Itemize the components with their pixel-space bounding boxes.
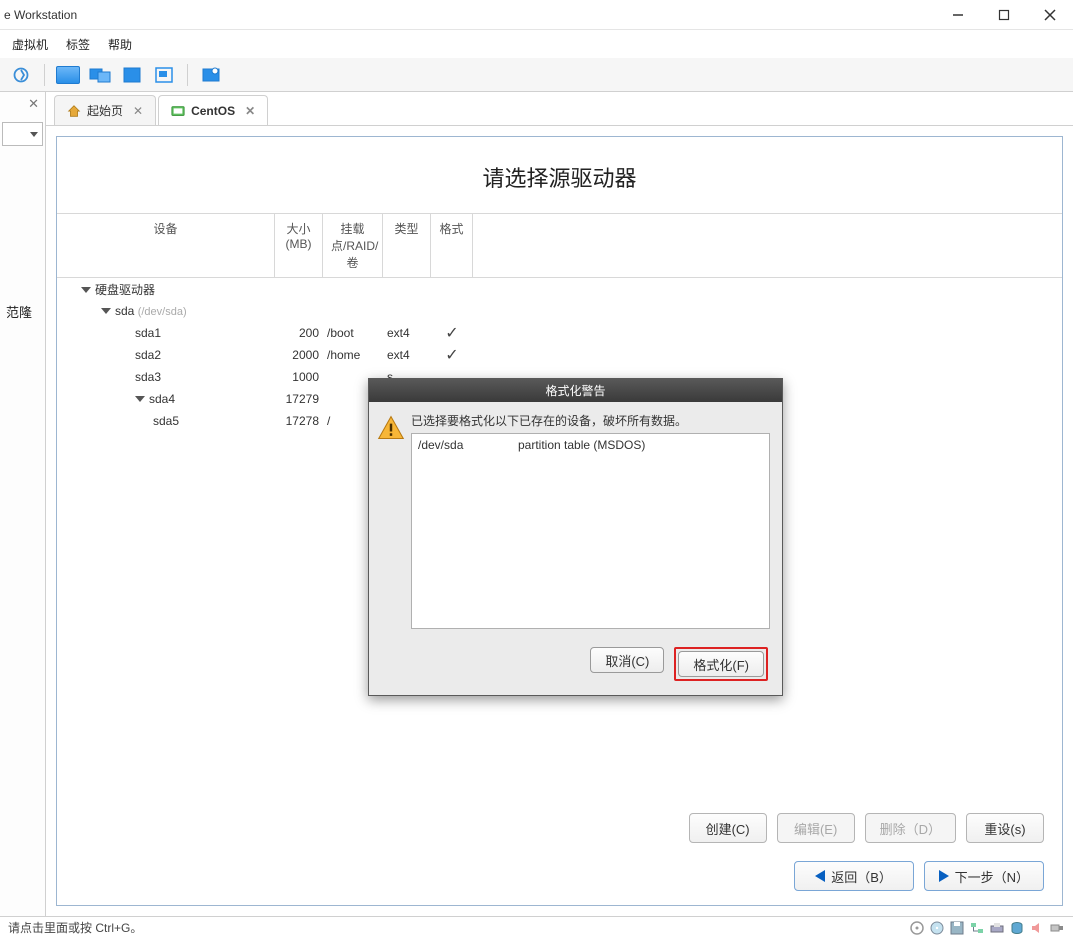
minimize-button[interactable]	[935, 0, 981, 30]
col-size[interactable]: 大小(MB)	[275, 214, 323, 277]
toolbar	[0, 58, 1073, 92]
tab-strip: 起始页 ✕ CentOS ✕	[46, 92, 1073, 126]
vm-icon	[171, 104, 185, 118]
dialog-title: 格式化警告	[369, 378, 782, 402]
check-icon: ✓	[445, 347, 458, 364]
arrow-right-icon	[939, 870, 949, 882]
status-hint: 请点击里面或按 Ctrl+G。	[8, 919, 142, 936]
col-device[interactable]: 设备	[57, 214, 275, 277]
edit-button: 编辑(E)	[777, 813, 855, 843]
highlight-box: 格式化(F)	[674, 647, 768, 681]
format-button[interactable]: 格式化(F)	[678, 651, 764, 677]
network-icon[interactable]	[969, 920, 985, 936]
list-item[interactable]: /dev/sda partition table (MSDOS)	[418, 438, 763, 452]
dialog-device-list[interactable]: /dev/sda partition table (MSDOS)	[411, 433, 770, 629]
tab-centos[interactable]: CentOS ✕	[158, 95, 268, 125]
toolbar-button-console[interactable]	[55, 62, 81, 88]
menu-tags[interactable]: 标签	[66, 36, 90, 53]
col-type[interactable]: 类型	[383, 214, 431, 277]
menu-bar: 虚拟机 标签 帮助	[0, 30, 1073, 58]
check-icon: ✓	[445, 325, 458, 342]
hdd-icon[interactable]	[1009, 920, 1025, 936]
back-button[interactable]: 返回（B）	[794, 861, 914, 891]
side-panel: ✕ 范隆	[0, 92, 46, 916]
cd-icon[interactable]	[929, 920, 945, 936]
multimon-icon	[89, 66, 111, 84]
snapshot-icon	[201, 66, 221, 84]
toolbar-button-fullscreen[interactable]	[119, 62, 145, 88]
maximize-button[interactable]	[981, 0, 1027, 30]
window-controls	[935, 0, 1073, 30]
menu-help[interactable]: 帮助	[108, 36, 132, 53]
toolbar-button-1[interactable]	[8, 62, 34, 88]
delete-button: 删除（D）	[865, 813, 956, 843]
page-title: 请选择源驱动器	[57, 137, 1062, 213]
toolbar-button-snapshot[interactable]	[198, 62, 224, 88]
tree-row-sda[interactable]: sda (/dev/sda)	[57, 300, 1062, 322]
side-panel-close[interactable]: ✕	[28, 96, 39, 112]
tray-icons	[909, 920, 1065, 936]
printer-icon[interactable]	[989, 920, 1005, 936]
side-panel-label: 范隆	[6, 302, 32, 321]
home-icon	[67, 104, 81, 118]
tab-centos-close[interactable]: ✕	[245, 104, 255, 118]
usb-icon[interactable]	[1049, 920, 1065, 936]
warning-icon	[377, 414, 405, 442]
cancel-button[interactable]: 取消(C)	[590, 647, 664, 673]
tree-row-sda1[interactable]: sda1 200 /boot ext4 ✓	[57, 322, 1062, 344]
format-warning-dialog: 格式化警告 已选择要格式化以下已存在的设备，破坏所有数据。 /dev/sda p…	[368, 378, 783, 696]
sound-icon[interactable]	[1029, 920, 1045, 936]
create-button[interactable]: 创建(C)	[689, 813, 767, 843]
window-titlebar: e Workstation	[0, 0, 1073, 30]
floppy-icon[interactable]	[949, 920, 965, 936]
menu-vm[interactable]: 虚拟机	[12, 36, 48, 53]
tab-centos-label: CentOS	[191, 104, 235, 118]
reset-button[interactable]: 重设(s)	[966, 813, 1044, 843]
col-fmt[interactable]: 格式	[431, 214, 473, 277]
close-button[interactable]	[1027, 0, 1073, 30]
fullscreen-icon	[122, 66, 142, 84]
col-mount[interactable]: 挂载点/RAID/卷	[323, 214, 383, 277]
side-panel-combo[interactable]	[2, 122, 43, 146]
arrow-left-icon	[815, 870, 825, 882]
status-bar: 请点击里面或按 Ctrl+G。	[0, 916, 1073, 938]
tab-home-close[interactable]: ✕	[133, 104, 143, 118]
toolbar-button-unity[interactable]	[151, 62, 177, 88]
next-button[interactable]: 下一步（N）	[924, 861, 1044, 891]
dialog-message: 已选择要格式化以下已存在的设备，破坏所有数据。	[411, 412, 770, 429]
window-title: e Workstation	[4, 8, 77, 22]
tab-home-label: 起始页	[87, 102, 123, 119]
tree-row-root[interactable]: 硬盘驱动器	[57, 278, 1062, 300]
disk-icon[interactable]	[909, 920, 925, 936]
toolbar-button-multimon[interactable]	[87, 62, 113, 88]
tab-home[interactable]: 起始页 ✕	[54, 95, 156, 125]
unity-icon	[154, 66, 174, 84]
tree-row-sda2[interactable]: sda2 2000 /home ext4 ✓	[57, 344, 1062, 366]
